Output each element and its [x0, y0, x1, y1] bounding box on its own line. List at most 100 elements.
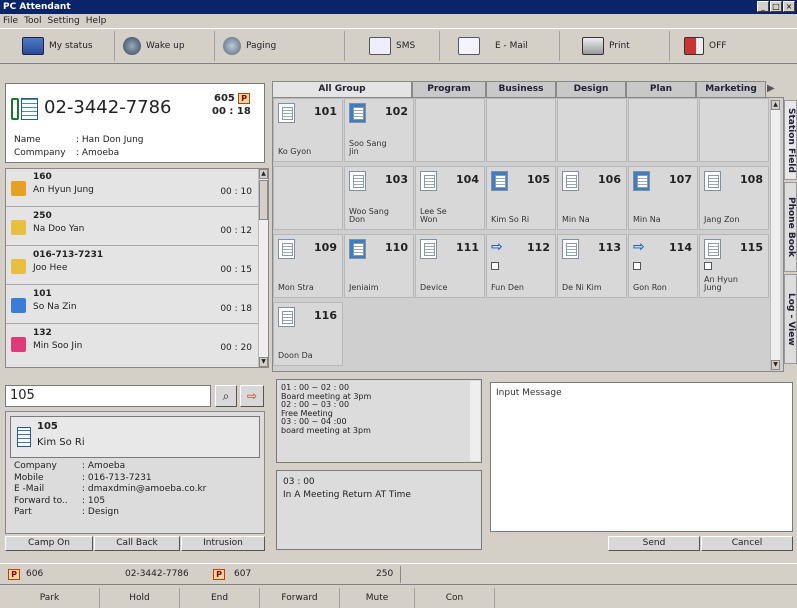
contact-ext: 105 [37, 421, 58, 432]
email-button[interactable]: E - Mail [440, 31, 560, 61]
search-input[interactable]: 105 [5, 385, 211, 407]
menu-bar: File Tool Setting Help [0, 14, 797, 28]
phone-icon [349, 171, 366, 191]
phone-icon [562, 171, 579, 191]
queue-scrollbar[interactable]: ▲ ▼ [258, 169, 268, 367]
schedule-scrollbar[interactable] [470, 381, 480, 461]
station-user-name: Doon Da [278, 351, 313, 360]
station-user-name: Gon Ron [633, 283, 667, 292]
scroll-down-icon[interactable]: ▼ [771, 360, 780, 370]
station-number: 111 [456, 241, 479, 254]
tab-scroll-right-icon[interactable]: ▶ [767, 83, 775, 94]
tab-program[interactable]: Program [412, 81, 486, 97]
park-button[interactable]: Park [0, 588, 100, 608]
queue-item[interactable]: 101 So Na Zin 00 : 18 [6, 286, 260, 324]
mute-button[interactable]: Mute [340, 588, 415, 608]
message-input[interactable]: Input Message [490, 382, 793, 532]
station-cell[interactable]: 110 Jeniaim [344, 234, 414, 298]
phone-icon [11, 337, 26, 352]
status-flag-icon [633, 262, 641, 270]
station-cell[interactable]: 111 Device [415, 234, 485, 298]
tab-business[interactable]: Business [486, 81, 556, 97]
station-user-name: Kim So Ri [491, 215, 530, 224]
call-back-button[interactable]: Call Back [94, 536, 180, 551]
paging-button[interactable]: Paging [215, 31, 345, 61]
station-cell[interactable]: 102 Soo Sang Jin [344, 98, 414, 162]
sms-button[interactable]: SMS [345, 31, 440, 61]
phone-icon [278, 307, 295, 327]
grid-scrollbar[interactable]: ▲ ▼ [770, 100, 780, 370]
menu-help[interactable]: Help [86, 14, 107, 28]
station-cell[interactable]: 103 Woo Sang Don [344, 166, 414, 230]
scroll-down-icon[interactable]: ▼ [259, 357, 268, 367]
transfer-arrow-icon[interactable]: ⇨ [240, 385, 264, 407]
print-button[interactable]: Print [560, 31, 670, 61]
station-cell-empty[interactable] [699, 98, 769, 162]
station-cell-empty[interactable] [415, 98, 485, 162]
station-user-name: Fun Den [491, 283, 524, 292]
station-cell-empty[interactable] [557, 98, 627, 162]
park-badge: P [213, 569, 225, 580]
station-cell[interactable]: 101 Ko Gyon [273, 98, 343, 162]
printer-icon [582, 37, 604, 55]
tab-design[interactable]: Design [556, 81, 626, 97]
menu-file[interactable]: File [3, 14, 18, 28]
station-number: 115 [740, 241, 763, 254]
side-tab-log-view[interactable]: Log - View [784, 274, 797, 364]
tab-all-group[interactable]: All Group [272, 81, 412, 97]
queue-item[interactable]: 160 An Hyun Jung 00 : 10 [6, 169, 260, 207]
station-cell[interactable]: ⇨ 114 Gon Ron [628, 234, 698, 298]
minimize-button[interactable]: _ [757, 1, 769, 12]
my-status-button[interactable]: My status [0, 31, 115, 61]
station-cell[interactable]: ⇨ 112 Fun Den [486, 234, 556, 298]
intrusion-button[interactable]: Intrusion [181, 536, 265, 551]
contact-detail-panel: 105 Kim So Ri Company Mobile E -Mail Forwar… [5, 411, 265, 534]
conference-button[interactable]: Con [415, 588, 495, 608]
scroll-thumb[interactable] [259, 180, 268, 220]
station-cell[interactable]: 106 Min Na [557, 166, 627, 230]
station-cell[interactable]: 105 Kim So Ri [486, 166, 556, 230]
end-button[interactable]: End [180, 588, 260, 608]
scroll-up-icon[interactable]: ▲ [259, 169, 268, 179]
tab-marketing[interactable]: Marketing [696, 81, 766, 97]
close-button[interactable]: × [783, 1, 795, 12]
window-title: PC Attendant [3, 2, 71, 12]
phone-icon [349, 103, 366, 123]
contact-name: Kim So Ri [37, 437, 85, 448]
station-cell[interactable]: 107 Min Na [628, 166, 698, 230]
side-tab-phone-book[interactable]: Phone Book [784, 182, 797, 272]
station-cell-empty[interactable] [486, 98, 556, 162]
station-user-name: Jang Zon [704, 215, 740, 224]
station-cell[interactable]: 113 De Ni Kim [557, 234, 627, 298]
wake-up-button[interactable]: Wake up [115, 31, 215, 61]
station-cell-empty[interactable] [273, 166, 343, 230]
send-button[interactable]: Send [608, 536, 700, 551]
status-flag-icon [491, 262, 499, 270]
side-tab-station-field[interactable]: Station Field [784, 100, 797, 180]
camp-on-button[interactable]: Camp On [5, 536, 93, 551]
queue-item[interactable]: 016-713-7231 Joo Hee 00 : 15 [6, 247, 260, 285]
off-button[interactable]: OFF [670, 31, 770, 61]
forward-button[interactable]: Forward [260, 588, 340, 608]
station-cell[interactable]: 109 Mon Stra [273, 234, 343, 298]
station-cell-empty[interactable] [628, 98, 698, 162]
queue-item[interactable]: 132 Min Soo Jin 00 : 20 [6, 325, 260, 363]
hold-button[interactable]: Hold [100, 588, 180, 608]
station-cell[interactable]: ✖ 115 An Hyun Jung [699, 234, 769, 298]
cancel-button[interactable]: Cancel [701, 536, 793, 551]
search-icon[interactable]: ⌕ [215, 385, 237, 407]
maximize-button[interactable]: □ [770, 1, 782, 12]
note-text: In A Meeting Return AT Time [283, 490, 411, 500]
station-user-name: Soo Sang Jin [349, 139, 387, 156]
station-cell[interactable]: 104 Lee Se Won [415, 166, 485, 230]
station-cell[interactable]: 116 Doon Da [273, 302, 343, 366]
scroll-up-icon[interactable]: ▲ [771, 100, 780, 110]
queue-item[interactable]: 250 Na Doo Yan 00 : 12 [6, 208, 260, 246]
name-label: Name [14, 135, 41, 145]
phone-icon [349, 239, 366, 259]
menu-tool[interactable]: Tool [24, 14, 41, 28]
tab-plan[interactable]: Plan [626, 81, 696, 97]
station-cell[interactable]: 108 Jang Zon [699, 166, 769, 230]
parked-ext-3: 250 [376, 569, 394, 579]
menu-setting[interactable]: Setting [48, 14, 80, 28]
